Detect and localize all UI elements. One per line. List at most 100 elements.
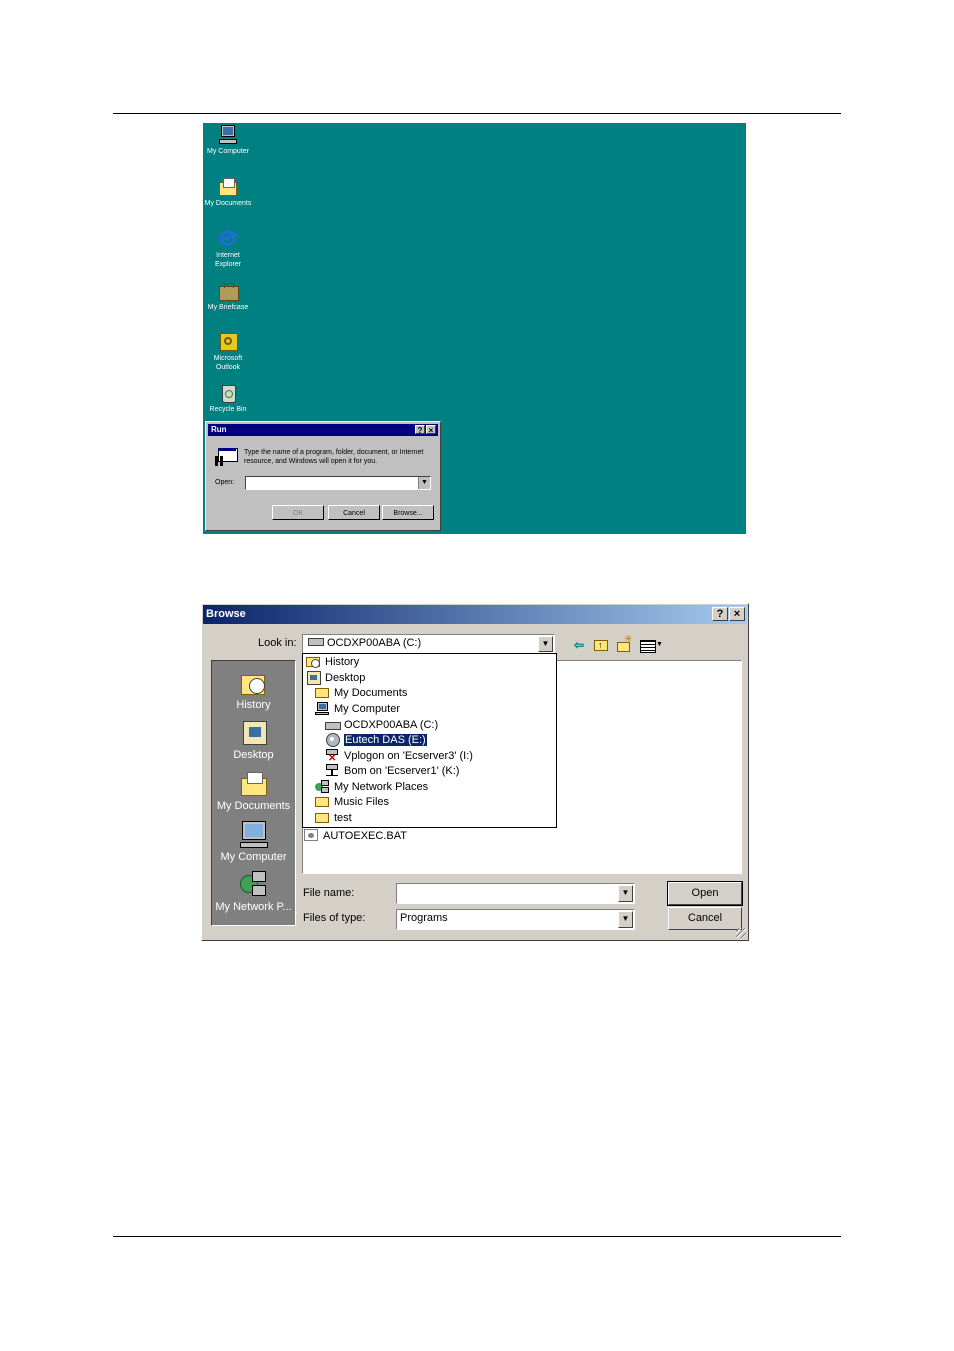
- places-desktop[interactable]: Desktop: [212, 719, 295, 761]
- browse-close-button[interactable]: ×: [729, 607, 745, 621]
- run-close-button[interactable]: ×: [426, 425, 436, 435]
- computer-icon: [315, 702, 329, 715]
- open-button[interactable]: Open: [667, 881, 743, 906]
- dropdown-item[interactable]: Bom on 'Ecserver1' (K:): [325, 764, 459, 779]
- desktop-icon-label: Internet Explorer: [214, 252, 242, 268]
- files-of-type-value: Programs: [400, 912, 448, 924]
- chevron-down-icon[interactable]: ▼: [618, 911, 633, 928]
- view-menu-icon[interactable]: ▼: [638, 637, 664, 653]
- folder-icon: [315, 811, 329, 823]
- dropdown-item-selected[interactable]: Eutech DAS (E:): [325, 733, 428, 748]
- dropdown-item-label: test: [334, 812, 352, 824]
- dropdown-item[interactable]: History: [306, 655, 359, 670]
- places-label: My Documents: [216, 800, 291, 812]
- chevron-down-icon[interactable]: ▼: [618, 885, 633, 902]
- desktop-icon-outlook[interactable]: Microsoft Outlook: [203, 331, 256, 372]
- footer-rule: [113, 1236, 841, 1237]
- resize-grip-icon[interactable]: [736, 928, 746, 938]
- file-list-item-label: AUTOEXEC.BAT: [323, 830, 407, 842]
- dropdown-item-label: OCDXP00ABA (C:): [344, 719, 439, 731]
- dropdown-item-label: Vplogon on 'Ecserver3' (I:): [344, 750, 473, 762]
- dropdown-item-label: My Documents: [334, 687, 408, 699]
- browse-help-button[interactable]: ?: [712, 607, 728, 621]
- batch-file-icon: [304, 829, 318, 841]
- files-of-type-label: Files of type:: [303, 912, 366, 924]
- folder-icon: [315, 686, 329, 698]
- run-title: Run: [211, 425, 227, 434]
- briefcase-icon: [217, 280, 239, 302]
- browse-dialog: Browse ? × Look in: OCDXP00ABA (C:) ▼ ⇦ …: [201, 603, 749, 941]
- places-history[interactable]: History: [212, 669, 295, 711]
- run-program-icon: [215, 448, 238, 468]
- desktop-icon: [306, 671, 321, 685]
- dropdown-item[interactable]: My Documents: [315, 686, 407, 701]
- dropdown-item[interactable]: test: [315, 811, 352, 826]
- desktop-icon-my-documents[interactable]: My Documents: [203, 176, 256, 208]
- internet-explorer-icon: [217, 228, 239, 250]
- browse-title-bar: Browse: [203, 605, 747, 624]
- back-arrow-icon[interactable]: ⇦: [570, 637, 588, 653]
- history-icon: [239, 669, 269, 697]
- my-computer-icon: [239, 821, 269, 849]
- run-ok-button[interactable]: OK: [272, 505, 324, 520]
- places-bar: History Desktop My Documents My Computer: [211, 660, 296, 926]
- cancel-button[interactable]: Cancel: [668, 907, 742, 930]
- up-folder-icon[interactable]: ↑: [592, 637, 610, 653]
- run-help-button[interactable]: ?: [415, 425, 425, 435]
- places-label: Desktop: [233, 749, 274, 761]
- dropdown-item[interactable]: My Network Places: [315, 780, 428, 795]
- dropdown-item[interactable]: Desktop: [306, 671, 365, 686]
- desktop-icon-my-briefcase[interactable]: My Briefcase: [203, 280, 256, 312]
- my-documents-icon: [239, 770, 269, 798]
- new-folder-icon[interactable]: ✳: [615, 635, 633, 653]
- run-cancel-button[interactable]: Cancel: [328, 505, 380, 520]
- dropdown-item-label: Eutech DAS (E:): [343, 733, 428, 747]
- dropdown-item-label: My Network Places: [334, 781, 429, 793]
- desktop-icon-my-computer[interactable]: My Computer: [203, 124, 256, 156]
- desktop-icon-internet-explorer[interactable]: Internet Explorer: [203, 228, 256, 269]
- file-name-input[interactable]: ▼: [396, 883, 635, 904]
- outlook-icon: [217, 331, 239, 353]
- recycle-bin-icon: [217, 382, 239, 404]
- browse-title: Browse: [206, 608, 246, 620]
- places-label: History: [236, 699, 271, 711]
- network-places-icon: [315, 780, 329, 793]
- dropdown-item-label: Bom on 'Ecserver1' (K:): [344, 765, 460, 777]
- hard-drive-icon: [308, 638, 324, 646]
- run-browse-button[interactable]: Browse...: [382, 505, 434, 520]
- folder-icon: [217, 176, 239, 198]
- file-list-item[interactable]: AUTOEXEC.BAT: [304, 829, 407, 844]
- file-name-label: File name:: [303, 887, 355, 899]
- header-rule: [113, 113, 841, 114]
- places-label: My Network P...: [215, 901, 292, 913]
- desktop-icon-label: My Briefcase: [207, 304, 249, 311]
- files-of-type-select[interactable]: Programs ▼: [396, 909, 635, 930]
- dropdown-item-label: Music Files: [334, 796, 390, 808]
- dropdown-item-label: Desktop: [325, 672, 366, 684]
- hard-drive-icon: [325, 718, 341, 730]
- look-in-dropdown: History Desktop My Documents My Computer…: [302, 653, 557, 828]
- dropdown-item[interactable]: My Computer: [315, 702, 400, 717]
- desktop-icon: [239, 719, 269, 747]
- history-icon: [306, 655, 320, 668]
- desktop-icon-recycle-bin[interactable]: Recycle Bin: [203, 382, 256, 414]
- dropdown-item[interactable]: Music Files: [315, 795, 389, 810]
- run-open-input[interactable]: ▼: [245, 476, 431, 490]
- places-my-computer[interactable]: My Computer: [212, 821, 295, 863]
- desktop-screenshot: My Computer My Documents Internet Explor…: [203, 123, 746, 534]
- disconnected-drive-icon: ✕: [325, 749, 339, 764]
- computer-icon: [217, 124, 239, 146]
- run-open-label: Open:: [215, 479, 235, 486]
- desktop-icon-label: Microsoft Outlook: [213, 355, 243, 371]
- desktop-icon-label: My Computer: [206, 148, 249, 155]
- places-my-documents[interactable]: My Documents: [212, 770, 295, 812]
- look-in-select[interactable]: OCDXP00ABA (C:) ▼: [302, 634, 555, 654]
- chevron-down-icon[interactable]: ▼: [418, 477, 430, 489]
- look-in-label: Look in:: [258, 637, 297, 649]
- places-network[interactable]: My Network P...: [212, 871, 295, 913]
- dropdown-item-label: History: [325, 656, 360, 668]
- chevron-down-icon[interactable]: ▼: [538, 636, 553, 652]
- dropdown-item[interactable]: ✕ Vplogon on 'Ecserver3' (I:): [325, 749, 473, 764]
- run-title-bar: Run ? ×: [208, 424, 438, 436]
- dropdown-item[interactable]: OCDXP00ABA (C:): [325, 718, 438, 733]
